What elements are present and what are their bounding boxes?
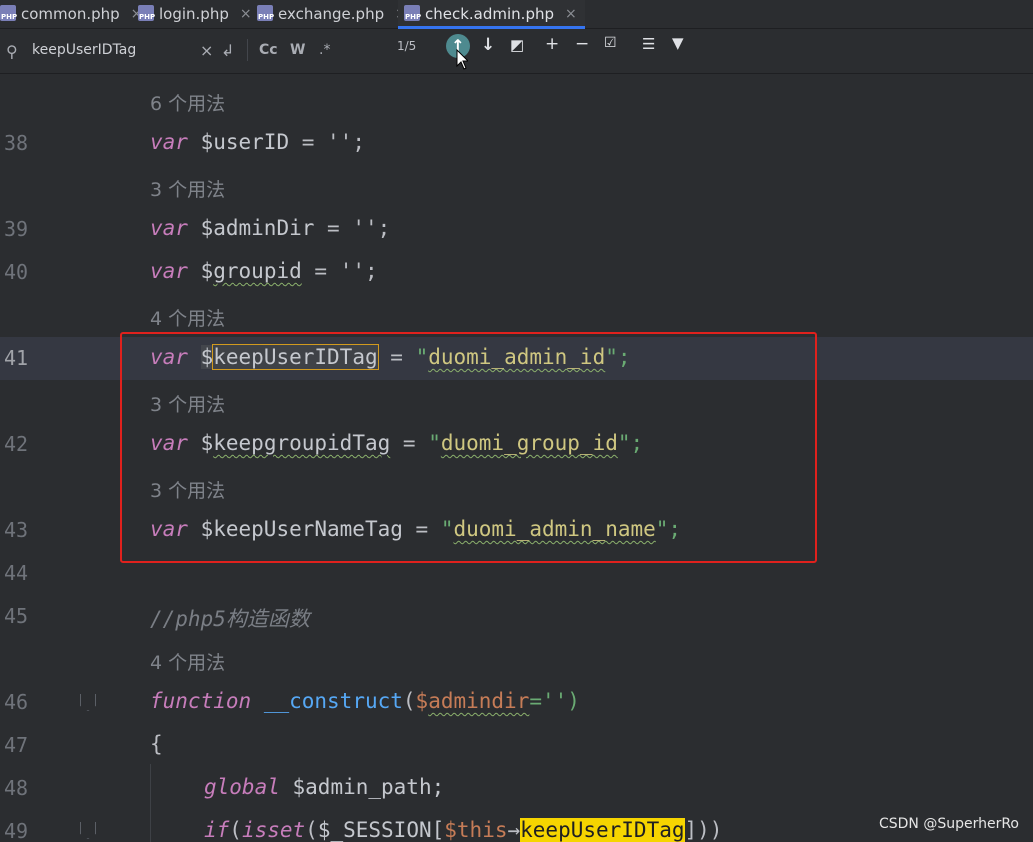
usage-hint-row: 6 个用法 bbox=[0, 79, 1033, 122]
code-text: var $keepUserIDTag = "duomi_admin_id"; bbox=[150, 344, 631, 370]
php-file-icon: PHP bbox=[0, 5, 17, 21]
code-line-42: 42 var $keepgroupidTag = "duomi_group_id… bbox=[0, 423, 1033, 466]
close-icon[interactable]: × bbox=[565, 6, 577, 22]
mouse-cursor-icon bbox=[456, 49, 468, 70]
regex-button[interactable]: .* bbox=[319, 42, 330, 58]
line-number: 49 bbox=[4, 819, 29, 842]
code-line-45: 45 //php5构造函数 bbox=[0, 595, 1033, 638]
code-line-39: 39 var $adminDir = ''; bbox=[0, 208, 1033, 251]
code-text: var $adminDir = ''; bbox=[150, 216, 391, 240]
match-case-button[interactable]: Cc bbox=[259, 42, 278, 58]
line-number: 43 bbox=[4, 518, 29, 542]
tab-label: common.php bbox=[21, 5, 120, 23]
code-line-40: 40 var $groupid = ''; bbox=[0, 251, 1033, 294]
code-line-38: 38 var $userID = ''; bbox=[0, 122, 1033, 165]
php-file-icon: PHP bbox=[138, 5, 155, 21]
code-line-47: 47 { bbox=[0, 724, 1033, 767]
code-text: function __construct($admindir='') bbox=[150, 689, 580, 713]
tab-common-php[interactable]: PHP common.php × bbox=[0, 0, 142, 28]
watermark: CSDN @SuperherRo bbox=[878, 816, 1019, 832]
code-text: var $groupid = ''; bbox=[150, 259, 378, 283]
search-icon[interactable]: ⚲ bbox=[6, 42, 18, 61]
search-input[interactable]: keepUserIDTag bbox=[32, 42, 136, 58]
add-occurrence-icon[interactable]: + bbox=[545, 34, 559, 54]
php-file-icon: PHP bbox=[257, 5, 274, 21]
tab-check-admin-php[interactable]: PHP check.admin.php × bbox=[398, 0, 585, 29]
filter-options-icon[interactable]: ☰ bbox=[642, 35, 655, 53]
code-text: if(isset($_SESSION[$this→keepUserIDTag])… bbox=[204, 818, 723, 842]
find-toolbar: ⚲ keepUserIDTag × ↲ Cc W .* 1/5 ↑ ↓ ◩ + … bbox=[0, 29, 1033, 74]
usage-hint[interactable]: 3 个用法 bbox=[150, 390, 225, 417]
line-number: 48 bbox=[4, 776, 29, 800]
usage-hint-row: 3 个用法 bbox=[0, 380, 1033, 423]
tab-label: login.php bbox=[159, 5, 229, 23]
fold-icon[interactable] bbox=[80, 694, 96, 711]
line-number: 46 bbox=[4, 690, 29, 714]
usage-hint-row: 3 个用法 bbox=[0, 165, 1033, 208]
new-line-icon[interactable]: ↲ bbox=[221, 41, 234, 60]
line-number: 39 bbox=[4, 217, 29, 241]
code-line-43: 43 var $keepUserNameTag = "duomi_admin_n… bbox=[0, 509, 1033, 552]
usage-hint[interactable]: 4 个用法 bbox=[150, 648, 225, 675]
select-all-occurrences-icon[interactable]: ☑ bbox=[604, 35, 617, 51]
tab-exchange-php[interactable]: PHP exchange.php × bbox=[257, 0, 407, 28]
code-line-48: 48 global $admin_path; bbox=[0, 767, 1033, 810]
divider bbox=[247, 39, 248, 61]
tab-login-php[interactable]: PHP login.php × bbox=[138, 0, 252, 28]
php-file-icon: PHP bbox=[404, 5, 421, 21]
code-comment: //php5构造函数 bbox=[150, 607, 310, 631]
search-match-selected: keepUserIDTag bbox=[212, 344, 379, 370]
clear-search-icon[interactable]: × bbox=[200, 41, 213, 60]
line-number: 44 bbox=[4, 561, 29, 585]
usage-hint-row: 4 个用法 bbox=[0, 638, 1033, 681]
line-number: 42 bbox=[4, 432, 29, 456]
usage-hint[interactable]: 3 个用法 bbox=[150, 175, 225, 202]
usage-hint[interactable]: 4 个用法 bbox=[150, 304, 225, 331]
code-text: var $keepUserNameTag = "duomi_admin_name… bbox=[150, 517, 682, 541]
search-result-count: 1/5 bbox=[397, 39, 417, 53]
filter-icon[interactable]: ▼ bbox=[672, 34, 684, 52]
usage-hint-row: 4 个用法 bbox=[0, 294, 1033, 337]
editor-tab-bar: PHP common.php × PHP login.php × PHP exc… bbox=[0, 0, 1033, 29]
usage-hint-row: 3 个用法 bbox=[0, 466, 1033, 509]
usage-hint[interactable]: 3 个用法 bbox=[150, 476, 225, 503]
line-number: 45 bbox=[4, 604, 29, 628]
search-match: keepUserIDTag bbox=[520, 818, 685, 842]
line-number: 47 bbox=[4, 733, 29, 757]
code-text: var $keepgroupidTag = "duomi_group_id"; bbox=[150, 431, 644, 455]
code-line-44: 44 bbox=[0, 552, 1033, 595]
line-number: 38 bbox=[4, 131, 29, 155]
code-line-46: 46 function __construct($admindir='') bbox=[0, 681, 1033, 724]
ide-window: PHP common.php × PHP login.php × PHP exc… bbox=[0, 0, 1033, 842]
close-icon[interactable]: × bbox=[240, 6, 252, 22]
code-editor[interactable]: 6 个用法 38 var $userID = ''; 3 个用法 39 var … bbox=[0, 74, 1033, 842]
fold-icon[interactable] bbox=[80, 822, 96, 839]
line-number: 41 bbox=[4, 346, 29, 370]
tab-label: exchange.php bbox=[278, 5, 385, 23]
code-text: global $admin_path; bbox=[204, 775, 445, 799]
indent-guide bbox=[150, 764, 151, 842]
code-text: var $userID = ''; bbox=[150, 130, 365, 154]
select-all-icon[interactable]: ◩ bbox=[510, 36, 524, 54]
code-line-41: 41 var $keepUserIDTag = "duomi_admin_id"… bbox=[0, 337, 1033, 380]
usage-hint[interactable]: 6 个用法 bbox=[150, 89, 225, 116]
remove-occurrence-icon[interactable]: − bbox=[575, 34, 589, 54]
line-number: 40 bbox=[4, 260, 29, 284]
code-text: { bbox=[150, 732, 163, 756]
tab-label: check.admin.php bbox=[425, 5, 555, 23]
next-occurrence-icon[interactable]: ↓ bbox=[481, 35, 495, 55]
words-button[interactable]: W bbox=[290, 42, 305, 58]
